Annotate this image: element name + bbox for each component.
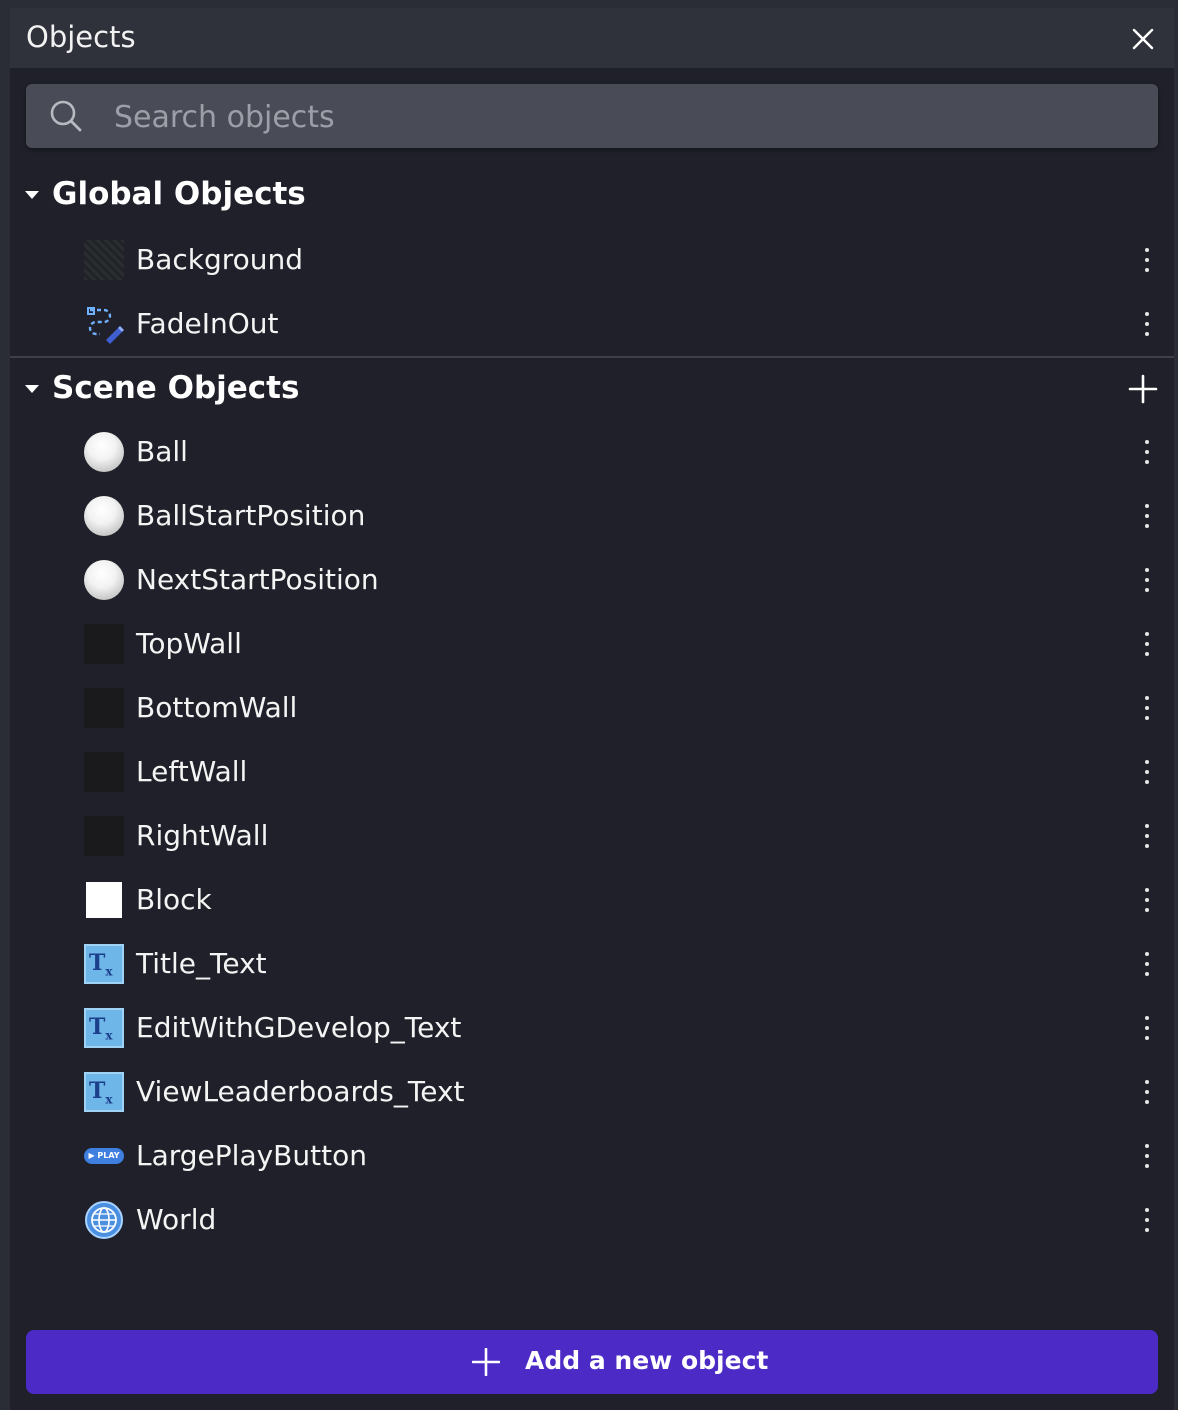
object-row-title-text[interactable]: Tx Title_Text [10, 932, 1174, 996]
globe-icon [85, 1201, 123, 1239]
object-row-largeplaybutton[interactable]: ▶ PLAY LargePlayButton [10, 1124, 1174, 1188]
more-options-icon[interactable] [1142, 1014, 1152, 1042]
search-icon [50, 100, 82, 132]
section-label: Scene Objects [52, 370, 300, 406]
object-row-rightwall[interactable]: RightWall [10, 804, 1174, 868]
object-name: Block [136, 883, 212, 916]
object-row-nextstartposition[interactable]: NextStartPosition [10, 548, 1174, 612]
add-button-label: Add a new object [525, 1346, 769, 1375]
object-name: NextStartPosition [136, 563, 379, 596]
object-extension-icon [87, 307, 124, 344]
dark-square-thumbnail [84, 816, 124, 856]
more-options-icon[interactable] [1142, 566, 1152, 594]
more-options-icon[interactable] [1142, 1078, 1152, 1106]
text-object-icon: Tx [84, 944, 124, 984]
panel-title: Objects [26, 20, 136, 54]
object-name: BottomWall [136, 691, 298, 724]
more-options-icon[interactable] [1142, 502, 1152, 530]
close-icon[interactable] [1130, 26, 1156, 52]
tiled-texture-thumbnail [84, 240, 124, 280]
more-options-icon[interactable] [1142, 310, 1152, 338]
object-name: Ball [136, 435, 188, 468]
object-name: TopWall [136, 627, 242, 660]
text-object-icon: Tx [84, 1072, 124, 1112]
more-options-icon[interactable] [1142, 246, 1152, 274]
object-row-topwall[interactable]: TopWall [10, 612, 1174, 676]
object-row-bottomwall[interactable]: BottomWall [10, 676, 1174, 740]
object-row-ballstartposition[interactable]: BallStartPosition [10, 484, 1174, 548]
section-global-objects[interactable]: Global Objects [10, 166, 1174, 226]
caret-down-icon[interactable] [24, 383, 40, 395]
object-name: ViewLeaderboards_Text [136, 1075, 465, 1108]
dark-square-thumbnail [84, 752, 124, 792]
sphere-thumbnail [84, 496, 124, 536]
object-name: LeftWall [136, 755, 248, 788]
object-name: Background [136, 243, 304, 276]
search-input[interactable] [112, 94, 1136, 140]
more-options-icon[interactable] [1142, 630, 1152, 658]
more-options-icon[interactable] [1142, 822, 1152, 850]
more-options-icon[interactable] [1142, 758, 1152, 786]
caret-down-icon[interactable] [24, 189, 40, 201]
object-name: World [136, 1203, 217, 1236]
search-box[interactable] [26, 84, 1158, 148]
object-row-background[interactable]: Background [10, 228, 1174, 292]
panel-titlebar: Objects [10, 8, 1174, 68]
more-options-icon[interactable] [1142, 1142, 1152, 1170]
object-row-world[interactable]: World [10, 1188, 1174, 1252]
object-row-block[interactable]: Block [10, 868, 1174, 932]
object-name: Title_Text [136, 947, 267, 980]
section-scene-objects[interactable]: Scene Objects [10, 360, 1174, 420]
object-name: RightWall [136, 819, 269, 852]
object-name: BallStartPosition [136, 499, 366, 532]
dark-square-thumbnail [84, 624, 124, 664]
more-options-icon[interactable] [1142, 694, 1152, 722]
plus-icon [472, 1348, 500, 1376]
more-options-icon[interactable] [1142, 1206, 1152, 1234]
object-name: LargePlayButton [136, 1139, 367, 1172]
add-new-object-button[interactable]: Add a new object [26, 1330, 1158, 1394]
more-options-icon[interactable] [1142, 886, 1152, 914]
more-options-icon[interactable] [1142, 950, 1152, 978]
object-name: FadeInOut [136, 307, 279, 340]
more-options-icon[interactable] [1142, 438, 1152, 466]
dark-square-thumbnail [84, 688, 124, 728]
object-row-leftwall[interactable]: LeftWall [10, 740, 1174, 804]
text-object-icon: Tx [84, 1008, 124, 1048]
objects-panel: Objects Global Objects Background FadeI [10, 8, 1174, 1410]
section-divider [10, 356, 1174, 358]
section-label: Global Objects [52, 176, 306, 212]
object-row-ball[interactable]: Ball [10, 420, 1174, 484]
object-name: EditWithGDevelop_Text [136, 1011, 462, 1044]
sphere-thumbnail [84, 432, 124, 472]
play-button-thumbnail: ▶ PLAY [84, 1148, 124, 1164]
sphere-thumbnail [84, 560, 124, 600]
object-row-viewleaderboards-text[interactable]: Tx ViewLeaderboards_Text [10, 1060, 1174, 1124]
object-row-fadeinout[interactable]: FadeInOut [10, 292, 1174, 356]
object-row-editwithgdevelop-text[interactable]: Tx EditWithGDevelop_Text [10, 996, 1174, 1060]
plus-icon[interactable] [1128, 374, 1158, 404]
white-square-thumbnail [86, 882, 122, 918]
